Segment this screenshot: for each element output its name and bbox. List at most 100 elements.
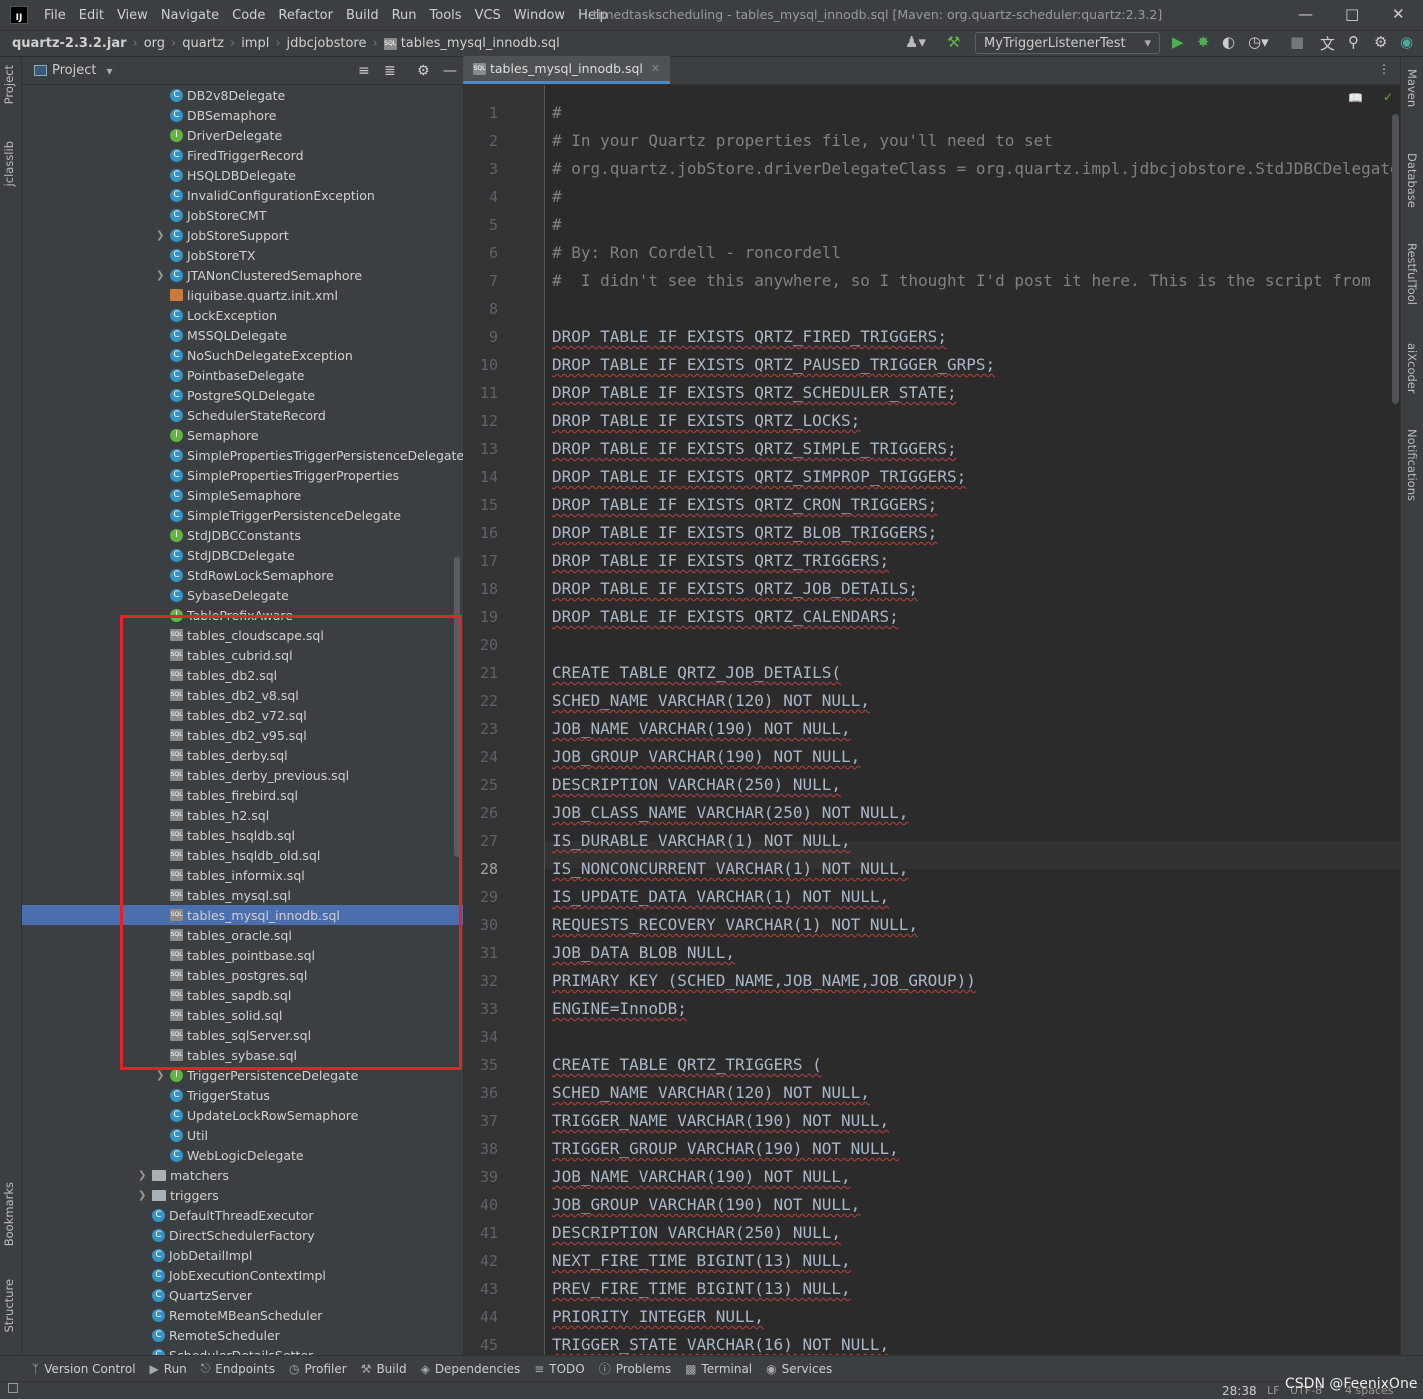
code-line[interactable]: # bbox=[552, 211, 562, 239]
expand-arrow-icon[interactable]: ❯ bbox=[156, 1070, 170, 1081]
code-line[interactable]: # I didn't see this anywhere, so I thoug… bbox=[552, 267, 1371, 295]
tree-item[interactable]: C Util bbox=[22, 1125, 463, 1145]
breadcrumb-jdbcjobstore[interactable]: jdbcjobstore bbox=[287, 36, 367, 51]
tree-item[interactable]: C QuartzServer bbox=[22, 1285, 463, 1305]
tree-item[interactable]: C LockException bbox=[22, 305, 463, 325]
tree-item[interactable]: ❯ matchers bbox=[22, 1165, 463, 1185]
menu-navigate[interactable]: Navigate bbox=[161, 8, 219, 23]
menu-build[interactable]: Build bbox=[346, 8, 379, 23]
code-line[interactable]: DESCRIPTION VARCHAR(250) NULL, bbox=[552, 1219, 841, 1247]
aixcoder-tool-tab[interactable]: aiXcoder bbox=[1405, 343, 1419, 394]
debug-icon[interactable]: ✸ bbox=[1197, 33, 1210, 51]
expand-arrow-icon[interactable]: ❯ bbox=[156, 270, 170, 281]
notifications-tool-tab[interactable]: Notifications bbox=[1405, 429, 1419, 501]
expand-arrow-icon[interactable]: ❯ bbox=[138, 1170, 152, 1181]
code-line[interactable]: DESCRIPTION VARCHAR(250) NULL, bbox=[552, 771, 841, 799]
breadcrumb-jar[interactable]: quartz-2.3.2.jar bbox=[12, 36, 127, 51]
tree-item[interactable]: ❯ C JTANonClusteredSemaphore bbox=[22, 265, 463, 285]
search-icon[interactable]: ⚲ bbox=[1348, 33, 1359, 51]
bookmarks-tool-tab[interactable]: Bookmarks bbox=[2, 1182, 16, 1246]
chevron-down-icon[interactable]: ▾ bbox=[106, 64, 112, 78]
minimize-icon[interactable]: — bbox=[1298, 5, 1313, 23]
code-line[interactable]: JOB_CLASS_NAME VARCHAR(250) NOT NULL, bbox=[552, 799, 908, 827]
expand-all-icon[interactable]: ≡ bbox=[358, 63, 370, 79]
code-line[interactable]: JOB_NAME VARCHAR(190) NOT NULL, bbox=[552, 1163, 851, 1191]
code-line[interactable]: IS_UPDATE_DATA VARCHAR(1) NOT NULL, bbox=[552, 883, 889, 911]
tree-item[interactable]: C HSQLDBDelegate bbox=[22, 165, 463, 185]
breadcrumb-quartz[interactable]: quartz bbox=[182, 36, 224, 51]
tree-item[interactable]: C InvalidConfigurationException bbox=[22, 185, 463, 205]
run-configuration-select[interactable]: MyTriggerListenerTest ▾ bbox=[975, 32, 1160, 54]
tree-item[interactable]: C JobStoreCMT bbox=[22, 205, 463, 225]
tree-item[interactable]: C NoSuchDelegateException bbox=[22, 345, 463, 365]
panel-settings-gear-icon[interactable]: ⚙ bbox=[417, 63, 430, 79]
stop-icon[interactable]: ■ bbox=[1290, 33, 1304, 51]
menu-vcs[interactable]: VCS bbox=[475, 8, 501, 23]
terminal-tab[interactable]: ▩ Terminal bbox=[685, 1362, 752, 1376]
plugin-icon[interactable]: ◉ bbox=[1400, 33, 1413, 51]
tree-item[interactable]: C SchedulerStateRecord bbox=[22, 405, 463, 425]
maximize-icon[interactable]: □ bbox=[1345, 5, 1359, 23]
code-line[interactable]: IS_DURABLE VARCHAR(1) NOT NULL, bbox=[552, 827, 851, 855]
menu-window[interactable]: Window bbox=[514, 8, 565, 23]
code-line[interactable]: NEXT_FIRE_TIME BIGINT(13) NULL, bbox=[552, 1247, 851, 1275]
run-icon[interactable]: ▶ bbox=[1172, 33, 1184, 51]
code-line[interactable]: TRIGGER_STATE VARCHAR(16) NOT NULL, bbox=[552, 1331, 889, 1355]
tree-item[interactable]: C SybaseDelegate bbox=[22, 585, 463, 605]
menu-file[interactable]: File bbox=[44, 8, 66, 23]
run-tab[interactable]: ▶ Run bbox=[150, 1362, 187, 1376]
code-line[interactable]: SCHED_NAME VARCHAR(120) NOT NULL, bbox=[552, 687, 870, 715]
code-line[interactable]: IS_NONCONCURRENT VARCHAR(1) NOT NULL, bbox=[552, 855, 908, 883]
close-tab-icon[interactable]: ✕ bbox=[651, 62, 660, 75]
breadcrumb-file[interactable]: tables_mysql_innodb.sql bbox=[401, 36, 560, 51]
tree-item[interactable]: C StdRowLockSemaphore bbox=[22, 565, 463, 585]
tree-item[interactable]: C DB2v8Delegate bbox=[22, 85, 463, 105]
profile-icon[interactable]: ◷▾ bbox=[1248, 33, 1269, 51]
code-line[interactable]: # bbox=[552, 183, 562, 211]
code-line[interactable]: DROP TABLE IF EXISTS QRTZ_FIRED_TRIGGERS… bbox=[552, 323, 947, 351]
code-line[interactable]: ENGINE=InnoDB; bbox=[552, 995, 687, 1023]
tree-item[interactable]: liquibase.quartz.init.xml bbox=[22, 285, 463, 305]
hide-panel-icon[interactable]: — bbox=[443, 63, 457, 79]
code-line[interactable]: PRIMARY KEY (SCHED_NAME,JOB_NAME,JOB_GRO… bbox=[552, 967, 976, 995]
tree-item[interactable]: C RemoteScheduler bbox=[22, 1325, 463, 1345]
caret-position[interactable]: 28:38 bbox=[1222, 1384, 1257, 1398]
editor-tab[interactable]: SQL tables_mysql_innodb.sql ✕ bbox=[463, 56, 671, 84]
project-tool-tab[interactable]: Project bbox=[2, 65, 16, 104]
collapse-all-icon[interactable]: ≣ bbox=[384, 63, 396, 79]
database-tool-tab[interactable]: Database bbox=[1405, 153, 1419, 208]
line-separator[interactable]: LF bbox=[1267, 1384, 1279, 1397]
breadcrumb-impl[interactable]: impl bbox=[241, 36, 269, 51]
menu-refactor[interactable]: Refactor bbox=[278, 8, 333, 23]
restfultool-tool-tab[interactable]: RestfulTool bbox=[1405, 243, 1419, 305]
menu-view[interactable]: View bbox=[117, 8, 148, 23]
tree-item[interactable]: C StdJDBCDelegate bbox=[22, 545, 463, 565]
tree-item[interactable]: I StdJDBCConstants bbox=[22, 525, 463, 545]
code-line[interactable]: TRIGGER_NAME VARCHAR(190) NOT NULL, bbox=[552, 1107, 889, 1135]
menu-edit[interactable]: Edit bbox=[79, 8, 104, 23]
tree-item[interactable]: C SimplePropertiesTriggerProperties bbox=[22, 465, 463, 485]
code-line[interactable]: JOB_GROUP VARCHAR(190) NOT NULL, bbox=[552, 743, 860, 771]
tree-item[interactable]: C JobStoreTX bbox=[22, 245, 463, 265]
tree-item[interactable]: C SimpleTriggerPersistenceDelegate bbox=[22, 505, 463, 525]
endpoints-tab[interactable]: ⎋ Endpoints bbox=[201, 1361, 275, 1376]
tree-item[interactable]: C SimplePropertiesTriggerPersistenceDeleg… bbox=[22, 445, 463, 465]
project-panel-title[interactable]: Project bbox=[52, 63, 96, 78]
code-line[interactable]: JOB_DATA BLOB NULL, bbox=[552, 939, 735, 967]
code-line[interactable]: JOB_GROUP VARCHAR(190) NOT NULL, bbox=[552, 1191, 860, 1219]
structure-tool-tab[interactable]: Structure bbox=[2, 1279, 16, 1333]
user-icon[interactable]: ♟▾ bbox=[905, 33, 926, 51]
problems-tab[interactable]: ⓘ Problems bbox=[599, 1360, 671, 1377]
code-line[interactable]: # In your Quartz properties file, you'll… bbox=[552, 127, 1053, 155]
code-area[interactable]: # # In your Quartz properties file, you'l… bbox=[552, 85, 1400, 1355]
menu-run[interactable]: Run bbox=[392, 8, 417, 23]
tree-item[interactable]: C DBSemaphore bbox=[22, 105, 463, 125]
jclasslib-tool-tab[interactable]: jclasslib bbox=[2, 141, 16, 186]
menu-tools[interactable]: Tools bbox=[430, 8, 462, 23]
tree-item[interactable]: C DirectSchedulerFactory bbox=[22, 1225, 463, 1245]
code-line[interactable]: PRIORITY INTEGER NULL, bbox=[552, 1303, 764, 1331]
tree-item[interactable]: C PostgreSQLDelegate bbox=[22, 385, 463, 405]
tree-item[interactable]: C UpdateLockRowSemaphore bbox=[22, 1105, 463, 1125]
profiler-tab[interactable]: ◷ Profiler bbox=[289, 1362, 347, 1376]
tree-item[interactable]: C SimpleSemaphore bbox=[22, 485, 463, 505]
